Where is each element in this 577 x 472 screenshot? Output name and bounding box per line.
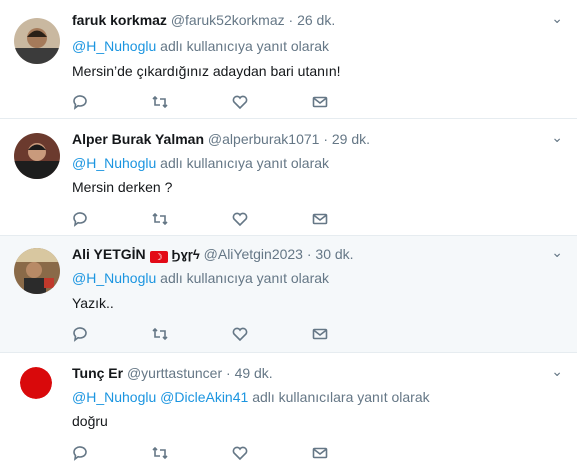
tweet-header: Ali YETGİN ☽ Ϧɣɼϟ @AliYetgin2023 · 30 dk… bbox=[72, 246, 354, 263]
envelope-icon bbox=[312, 213, 328, 225]
reply-suffix: adlı kullanıcıya yanıt olarak bbox=[160, 270, 330, 286]
dm-button[interactable] bbox=[312, 210, 392, 228]
retweet-button[interactable] bbox=[152, 325, 232, 343]
dm-button[interactable] bbox=[312, 444, 392, 462]
reply-suffix: adlı kullanıcılara yanıt olarak bbox=[252, 389, 430, 405]
turkey-flag-icon: ☽ bbox=[149, 251, 168, 263]
reply-button[interactable] bbox=[72, 325, 152, 343]
heart-icon bbox=[232, 446, 248, 461]
tweet[interactable]: Alper Burak Yalman @alperburak1071 · 29 … bbox=[0, 119, 577, 236]
envelope-icon bbox=[312, 328, 328, 340]
tweet-header: Tunç Er @yurttastuncer · 49 dk. bbox=[72, 365, 273, 381]
mention-link[interactable]: @H_Nuhoglu bbox=[72, 270, 156, 286]
mention-link[interactable]: @H_Nuhoglu bbox=[72, 389, 156, 405]
reply-button[interactable] bbox=[72, 210, 152, 228]
separator: · bbox=[306, 246, 312, 262]
like-button[interactable] bbox=[232, 93, 312, 111]
avatar[interactable] bbox=[14, 133, 60, 179]
reply-suffix: adlı kullanıcıya yanıt olarak bbox=[160, 155, 330, 171]
avatar[interactable] bbox=[20, 367, 52, 399]
timestamp[interactable]: 26 dk. bbox=[297, 12, 335, 28]
heart-icon bbox=[232, 95, 248, 110]
retweet-icon bbox=[152, 212, 168, 226]
reply-context: @H_Nuhoglu adlı kullanıcıya yanıt olarak bbox=[72, 270, 329, 286]
reply-icon bbox=[73, 95, 87, 110]
reply-icon bbox=[73, 327, 87, 342]
tweet-text: Mersin derken ? bbox=[72, 179, 173, 195]
dm-button[interactable] bbox=[312, 325, 392, 343]
retweet-icon bbox=[152, 446, 168, 460]
avatar[interactable] bbox=[14, 248, 60, 294]
avatar[interactable] bbox=[14, 18, 60, 64]
reply-context: @H_Nuhoglu @DicleAkin41 adlı kullanıcıla… bbox=[72, 389, 430, 405]
retweet-button[interactable] bbox=[152, 93, 232, 111]
name-extra-glyphs: Ϧɣɼϟ bbox=[171, 247, 200, 262]
reply-context: @H_Nuhoglu adlı kullanıcıya yanıt olarak bbox=[72, 38, 329, 54]
separator: · bbox=[323, 131, 328, 147]
like-button[interactable] bbox=[232, 325, 312, 343]
reply-context: @H_Nuhoglu adlı kullanıcıya yanıt olarak bbox=[72, 155, 329, 171]
chevron-down-icon[interactable]: ⌄ bbox=[551, 10, 563, 27]
mention-link[interactable]: @H_Nuhoglu bbox=[72, 155, 156, 171]
display-name[interactable]: Ali YETGİN bbox=[72, 246, 146, 262]
separator: · bbox=[226, 365, 231, 381]
mention-link[interactable]: @H_Nuhoglu bbox=[72, 38, 156, 54]
retweet-icon bbox=[152, 95, 168, 109]
dm-button[interactable] bbox=[312, 93, 392, 111]
username[interactable]: @faruk52korkmaz bbox=[171, 12, 285, 28]
tweet-text: Mersin’de çıkardığınız adaydan bari utan… bbox=[72, 63, 341, 79]
tweet-text: Yazık.. bbox=[72, 295, 114, 311]
tweet-actions bbox=[72, 210, 392, 228]
chevron-down-icon[interactable]: ⌄ bbox=[551, 129, 563, 146]
chevron-down-icon[interactable]: ⌄ bbox=[551, 244, 563, 261]
reply-icon bbox=[73, 446, 87, 461]
timestamp[interactable]: 30 dk. bbox=[315, 246, 353, 262]
tweet[interactable]: Ali YETGİN ☽ Ϧɣɼϟ @AliYetgin2023 · 30 dk… bbox=[0, 236, 577, 353]
tweet[interactable]: Tunç Er @yurttastuncer · 49 dk. ⌄ @H_Nuh… bbox=[0, 353, 577, 472]
heart-icon bbox=[232, 327, 248, 342]
separator: · bbox=[288, 12, 294, 28]
mention-link-2[interactable]: @DicleAkin41 bbox=[160, 389, 248, 405]
chevron-down-icon[interactable]: ⌄ bbox=[551, 363, 563, 380]
tweet-header: Alper Burak Yalman @alperburak1071 · 29 … bbox=[72, 131, 370, 147]
username[interactable]: @AliYetgin2023 bbox=[204, 246, 303, 262]
timestamp[interactable]: 29 dk. bbox=[332, 131, 370, 147]
username[interactable]: @yurttastuncer bbox=[127, 365, 222, 381]
username[interactable]: @alperburak1071 bbox=[208, 131, 320, 147]
envelope-icon bbox=[312, 447, 328, 459]
retweet-button[interactable] bbox=[152, 444, 232, 462]
reply-suffix: adlı kullanıcıya yanıt olarak bbox=[160, 38, 330, 54]
timestamp[interactable]: 49 dk. bbox=[235, 365, 273, 381]
tweet-actions bbox=[72, 444, 392, 462]
like-button[interactable] bbox=[232, 444, 312, 462]
reply-icon bbox=[73, 212, 87, 227]
tweet-text: doğru bbox=[72, 413, 108, 429]
heart-icon bbox=[232, 212, 248, 227]
tweet-actions bbox=[72, 325, 392, 343]
reply-button[interactable] bbox=[72, 444, 152, 462]
retweet-icon bbox=[152, 327, 168, 341]
tweet-actions bbox=[72, 93, 392, 111]
like-button[interactable] bbox=[232, 210, 312, 228]
retweet-button[interactable] bbox=[152, 210, 232, 228]
reply-button[interactable] bbox=[72, 93, 152, 111]
tweet-header: faruk korkmaz @faruk52korkmaz · 26 dk. bbox=[72, 12, 335, 28]
envelope-icon bbox=[312, 96, 328, 108]
display-name[interactable]: faruk korkmaz bbox=[72, 12, 167, 28]
display-name[interactable]: Tunç Er bbox=[72, 365, 123, 381]
display-name[interactable]: Alper Burak Yalman bbox=[72, 131, 204, 147]
tweet[interactable]: faruk korkmaz @faruk52korkmaz · 26 dk. ⌄… bbox=[0, 0, 577, 119]
